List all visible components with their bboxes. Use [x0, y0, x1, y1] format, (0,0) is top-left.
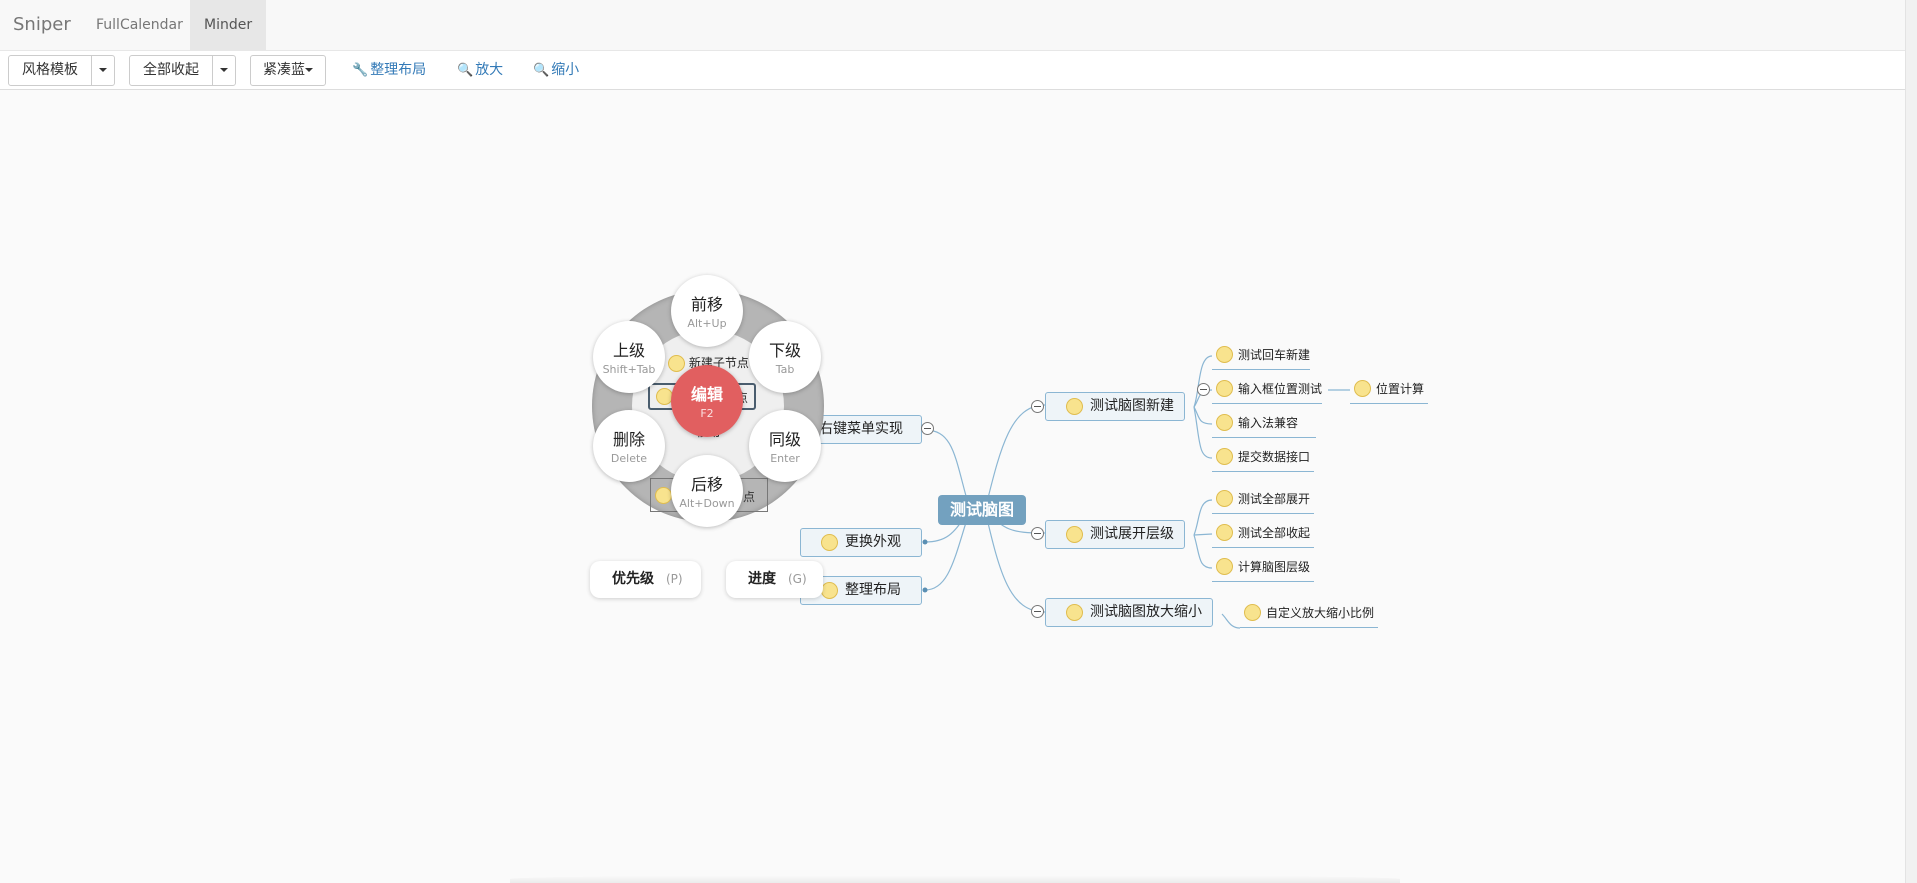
hotbox-sibling-button[interactable]: 同级 Enter — [749, 410, 821, 482]
hotbox-progress-button[interactable]: 进度 (G) — [726, 561, 823, 598]
shortcut-key: Delete — [610, 452, 648, 465]
mindmap-subnode[interactable]: 输入框位置测试 — [1212, 376, 1323, 404]
hotbox-delete-button[interactable]: 删除 Delete — [593, 410, 665, 482]
hotbox-priority-button[interactable]: 优先级 (P) — [590, 561, 701, 598]
mindmap-links — [922, 355, 1350, 629]
node-label: 输入框位置测试 — [1238, 382, 1323, 396]
priority-dot — [1354, 380, 1371, 397]
node-label: 测试脑图新建 — [1090, 398, 1174, 414]
priority-dot — [1066, 398, 1083, 415]
priority-dot — [1216, 524, 1233, 541]
mindmap-subnode[interactable]: 测试全部展开 — [1212, 486, 1315, 514]
priority-dot — [1216, 490, 1233, 507]
button-label: 编辑 — [690, 385, 723, 404]
node-label: 测试全部展开 — [1238, 492, 1311, 506]
mindmap-node-appearance[interactable]: 更换外观 — [800, 528, 922, 557]
shortcut-key: (G) — [788, 572, 807, 586]
button-label: 优先级 — [612, 571, 654, 587]
priority-dot — [1216, 346, 1233, 363]
shortcut-key: Shift+Tab — [602, 363, 656, 376]
mindmap-subnode[interactable]: 自定义放大缩小比例 — [1240, 600, 1379, 628]
collapse-toggle-icon[interactable] — [1197, 383, 1210, 396]
shortcut-key: Alt+Down — [679, 497, 735, 510]
priority-dot — [1244, 604, 1261, 621]
mindmap-node-expand[interactable]: 测试展开层级 — [1045, 520, 1185, 549]
node-label: 提交数据接口 — [1238, 450, 1311, 464]
node-label: 测试回车新建 — [1238, 348, 1311, 362]
mindmap-subnode[interactable]: 测试全部收起 — [1212, 520, 1315, 548]
node-label: 自定义放大缩小比例 — [1266, 606, 1375, 620]
mindmap-node-newmap[interactable]: 测试脑图新建 — [1045, 392, 1185, 421]
priority-dot — [1216, 380, 1233, 397]
priority-dot — [1066, 604, 1083, 621]
mindmap-subnode[interactable]: 输入法兼容 — [1212, 410, 1317, 438]
priority-dot — [1216, 448, 1233, 465]
shortcut-key: (P) — [666, 572, 683, 586]
link-root-zoom — [984, 509, 1046, 613]
mindmap-subnode[interactable]: 测试回车新建 — [1212, 342, 1311, 370]
collapse-toggle-icon[interactable] — [921, 422, 934, 435]
mindmap-subnode[interactable]: 计算脑图层级 — [1212, 554, 1315, 582]
hotbox-move-up-button[interactable]: 前移 Alt+Up — [671, 275, 743, 347]
priority-dot — [821, 582, 838, 599]
button-label: 后移 — [690, 475, 723, 494]
priority-dot — [655, 487, 672, 504]
node-label: 测试全部收起 — [1238, 526, 1311, 540]
button-label: 同级 — [768, 430, 801, 449]
node-label: 计算脑图层级 — [1238, 560, 1311, 574]
mindmap-node-zoom[interactable]: 测试脑图放大缩小 — [1045, 598, 1213, 627]
button-label: 下级 — [768, 341, 801, 360]
hotbox-parent-button[interactable]: 上级 Shift+Tab — [593, 321, 665, 393]
priority-dot — [668, 355, 685, 372]
button-label: 前移 — [690, 295, 723, 314]
button-label: 进度 — [748, 571, 776, 587]
shortcut-key: Tab — [775, 363, 795, 376]
collapse-toggle-icon[interactable] — [1031, 527, 1044, 540]
root-node[interactable]: 测试脑图 — [938, 495, 1027, 525]
collapse-toggle-icon[interactable] — [1031, 400, 1044, 413]
shortcut-key: Enter — [770, 452, 800, 465]
node-label: 点 — [743, 490, 756, 504]
priority-dot — [821, 534, 838, 551]
node-label: 测试脑图放大缩小 — [1090, 604, 1202, 620]
node-label: 位置计算 — [1376, 382, 1425, 396]
hotbox-child-button[interactable]: 下级 Tab — [749, 321, 821, 393]
button-label: 上级 — [612, 341, 645, 360]
mindmap-subnode[interactable]: 位置计算 — [1350, 376, 1429, 404]
collapse-toggle-icon[interactable] — [1031, 605, 1044, 618]
shortcut-key: F2 — [700, 407, 714, 420]
priority-dot — [1066, 526, 1083, 543]
node-label: 右键菜单实现 — [819, 421, 903, 437]
node-label: 测试展开层级 — [1090, 526, 1174, 542]
node-label: 输入法兼容 — [1238, 416, 1299, 430]
priority-dot — [1216, 414, 1233, 431]
node-label: 整理布局 — [845, 582, 901, 598]
button-label: 删除 — [612, 430, 645, 449]
hotbox-edit-button[interactable]: 编辑 F2 — [671, 365, 743, 437]
node-label: 更换外观 — [845, 534, 901, 550]
shortcut-key: Alt+Up — [687, 317, 727, 330]
mindmap-subnode[interactable]: 提交数据接口 — [1212, 444, 1315, 472]
hotbox-move-down-button[interactable]: 后移 Alt+Down — [671, 455, 743, 527]
priority-dot — [1216, 558, 1233, 575]
